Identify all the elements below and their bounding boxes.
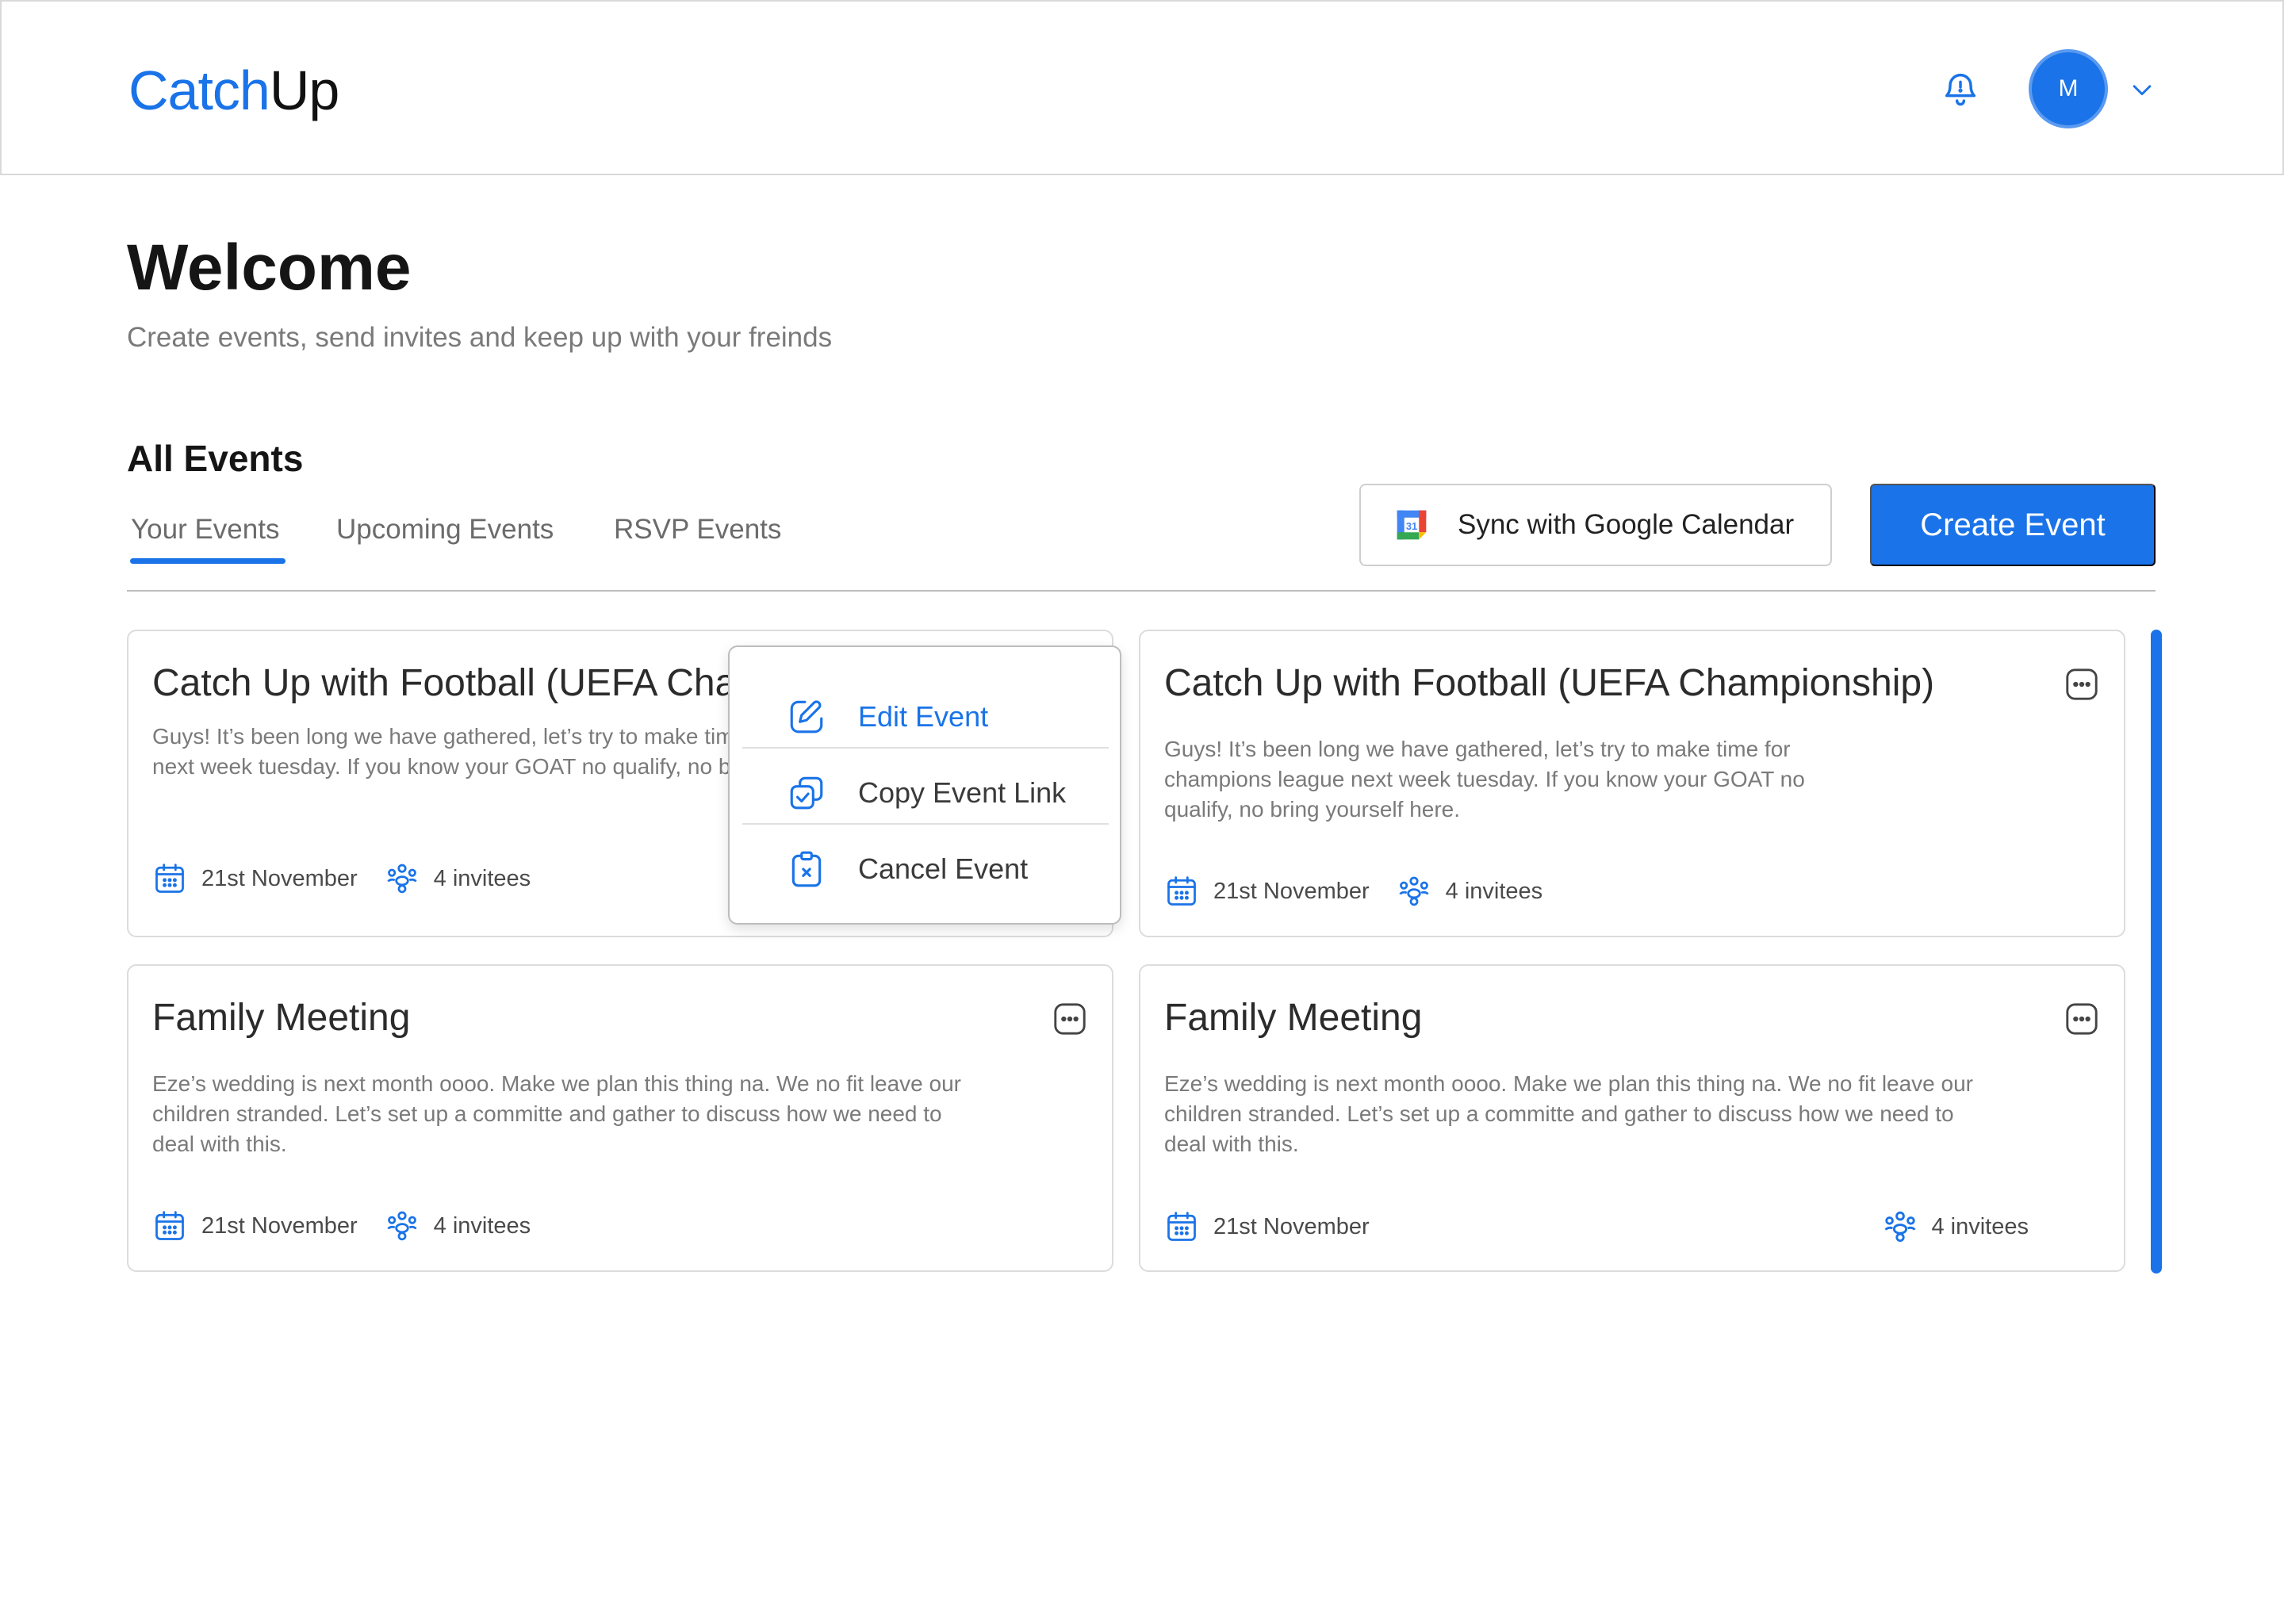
- calendar-icon: [155, 1211, 184, 1240]
- section-title: All Events: [127, 438, 304, 479]
- sync-google-calendar-button[interactable]: 31 Sync with Google Calendar: [1359, 484, 1832, 566]
- google-calendar-icon: 31: [1394, 508, 1429, 542]
- event-date: 21st November: [1213, 878, 1370, 904]
- menu-item-label: Edit Event: [858, 700, 989, 733]
- menu-item-label: Cancel Event: [858, 852, 1029, 885]
- event-date: 21st November: [201, 1212, 358, 1239]
- event-meta: 21st November 4 invitees: [1164, 1208, 2029, 1245]
- tabs-divider: [127, 590, 2156, 592]
- event-invitees: 4 invitees: [433, 865, 531, 891]
- invitees-icon: [1399, 876, 1429, 906]
- page-title: Welcome: [127, 232, 412, 304]
- event-options-menu: Edit Event Copy Event Link Cancel Event: [728, 645, 1121, 925]
- menu-divider: [742, 823, 1109, 825]
- more-options-icon[interactable]: [2064, 666, 2100, 703]
- user-avatar[interactable]: M: [2029, 49, 2108, 128]
- event-invitees-group: 4 invitees: [1882, 1208, 2029, 1245]
- chevron-down-icon[interactable]: [2129, 76, 2156, 103]
- app-logo[interactable]: CatchUp: [128, 59, 339, 122]
- tab-your-events[interactable]: Your Events: [131, 508, 279, 552]
- top-bar: CatchUp M: [0, 0, 2284, 175]
- cancel-icon: [791, 851, 822, 887]
- calendar-icon: [1167, 876, 1196, 906]
- menu-divider: [742, 747, 1109, 749]
- scrollbar[interactable]: [2151, 630, 2162, 1274]
- event-card[interactable]: Catch Up with Football (UEFA Championshi…: [1139, 630, 2125, 937]
- logo-text-catch: Catch: [128, 59, 270, 121]
- event-title: Family Meeting: [152, 997, 411, 1039]
- logo-text-up: Up: [269, 59, 339, 121]
- active-tab-indicator: [130, 558, 286, 564]
- event-date: 21st November: [1213, 1213, 1370, 1239]
- menu-item-copy-event-link[interactable]: Copy Event Link: [742, 755, 1109, 831]
- calendar-icon: [1167, 1212, 1196, 1241]
- sync-button-label: Sync with Google Calendar: [1458, 509, 1795, 540]
- tab-rsvp-events[interactable]: RSVP Events: [614, 508, 781, 552]
- event-date: 21st November: [201, 865, 358, 891]
- event-description: Guys! It’s been long we have gathered, l…: [1164, 737, 1805, 822]
- invitees-icon: [1885, 1211, 1916, 1243]
- event-meta: 21st November 4 invitees: [1164, 874, 1542, 909]
- tab-upcoming-events[interactable]: Upcoming Events: [336, 508, 554, 552]
- menu-item-edit-event[interactable]: Edit Event: [742, 679, 1109, 755]
- event-meta: 21st November 4 invitees: [152, 861, 531, 896]
- event-title: Catch Up with Football (UEFA Championshi…: [1164, 662, 1935, 704]
- event-title: Family Meeting: [1164, 997, 1423, 1039]
- event-card[interactable]: Family Meeting Eze’s wedding is next mon…: [1139, 964, 2125, 1272]
- calendar-icon: [155, 864, 184, 893]
- event-description: Eze’s wedding is next month oooo. Make w…: [1164, 1071, 1974, 1156]
- menu-item-label: Copy Event Link: [858, 776, 1067, 809]
- invitees-icon: [387, 1211, 417, 1241]
- page-subtitle: Create events, send invites and keep up …: [127, 322, 833, 353]
- event-meta: 21st November 4 invitees: [152, 1208, 531, 1243]
- event-invitees: 4 invitees: [1931, 1213, 2029, 1239]
- invitees-icon: [387, 864, 417, 894]
- svg-text:31: 31: [1406, 520, 1417, 532]
- menu-item-cancel-event[interactable]: Cancel Event: [742, 831, 1109, 907]
- more-options-icon[interactable]: [2064, 1001, 2100, 1037]
- event-card[interactable]: Family Meeting Eze’s wedding is next mon…: [127, 964, 1113, 1272]
- create-event-button[interactable]: Create Event: [1870, 484, 2156, 566]
- event-invitees: 4 invitees: [1445, 878, 1543, 904]
- event-description: Eze’s wedding is next month oooo. Make w…: [152, 1071, 962, 1156]
- more-options-icon[interactable]: [1052, 1001, 1088, 1037]
- notification-bell-icon[interactable]: [1940, 68, 1981, 109]
- edit-icon: [790, 700, 823, 733]
- copy-link-icon: [790, 776, 823, 810]
- event-date-group: 21st November: [1164, 1209, 1370, 1244]
- event-invitees: 4 invitees: [433, 1212, 531, 1239]
